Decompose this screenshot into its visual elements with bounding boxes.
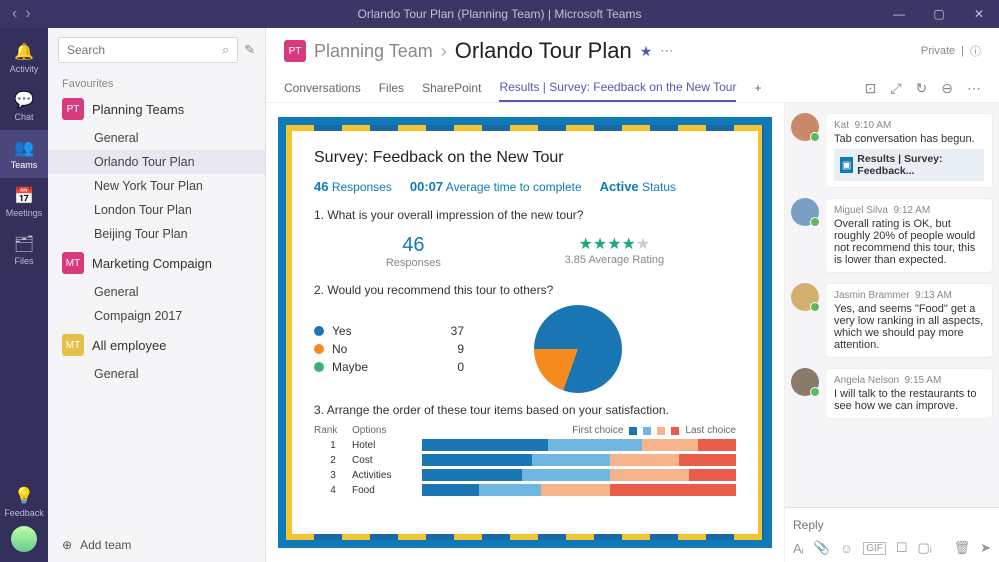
sticker-icon[interactable]: ☐ [896, 540, 908, 556]
reply-input[interactable] [793, 514, 991, 536]
search-icon: ⌕ [222, 42, 229, 58]
channel-item[interactable]: General [48, 280, 265, 304]
link-icon: ▣ [840, 157, 853, 173]
survey-pane: Survey: Feedback on the New Tour 46 Resp… [266, 103, 784, 562]
legend-dot [314, 344, 324, 354]
rail-item-teams[interactable]: 👥Teams [0, 130, 48, 178]
add-team-icon: ⊕ [62, 538, 72, 552]
privacy-label: Private [921, 45, 955, 57]
rail-item-activity[interactable]: 🔔Activity [0, 34, 48, 82]
rail-item-chat[interactable]: 💬Chat [0, 82, 48, 130]
pie-legend: Yes37No9Maybe0 [314, 322, 494, 376]
nav-back-icon[interactable]: ‹ [12, 5, 17, 23]
lightbulb-icon: 💡 [0, 486, 48, 506]
main: PT Planning Team › Orlando Tour Plan ★ ⋯… [266, 28, 999, 562]
more-icon[interactable]: ⋯ [967, 80, 981, 97]
sidebar-section-label: Favourites [48, 72, 265, 92]
channel-item[interactable]: London Tour Plan [48, 198, 265, 222]
chat-icon[interactable]: ⊡ [865, 80, 877, 97]
breadcrumb-channel: Orlando Tour Plan [455, 38, 632, 64]
files-icon: 🗂 [0, 234, 48, 254]
emoji-icon[interactable]: ☺ [840, 541, 853, 556]
rail-item-meetings[interactable]: 📅Meetings [0, 178, 48, 226]
sidebar: ⌕ ✎ Favourites PTPlanning TeamsGeneralOr… [48, 28, 266, 562]
refresh-icon[interactable]: ↻ [916, 80, 928, 97]
maximize-icon[interactable]: ▢ [919, 7, 959, 21]
team-avatar-square: PT [62, 98, 84, 120]
compose-icon[interactable]: ✎ [244, 42, 255, 58]
q1-response-count: 46 [386, 234, 441, 257]
send-icon[interactable]: ➤ [980, 540, 991, 556]
add-team-button[interactable]: ⊕ Add team [48, 528, 265, 562]
tab-0[interactable]: Conversations [284, 75, 361, 101]
chat-message: Jasmin Brammer 9:13 AMYes, and seems "Fo… [791, 283, 993, 358]
window-title: Orlando Tour Plan (Planning Team) | Micr… [358, 7, 642, 21]
avatar[interactable] [791, 113, 819, 141]
tab-2[interactable]: SharePoint [422, 75, 481, 101]
avatar[interactable] [791, 368, 819, 396]
reply-box[interactable]: Aᵢ 📎 ☺ GIF ☐ ▢ᵢ 🗑 ➤ [785, 507, 999, 562]
expand-icon[interactable]: ⤢ [890, 80, 901, 97]
legend-dot [314, 362, 324, 372]
channel-item[interactable]: General [48, 362, 265, 386]
activity-icon: 🔔 [0, 42, 48, 62]
chat-message: Kat 9:10 AMTab conversation has begun.▣R… [791, 113, 993, 188]
pie-chart [534, 305, 622, 393]
app-rail: 🔔Activity💬Chat👥Teams📅Meetings🗂Files 💡Feed… [0, 28, 48, 562]
meet-icon[interactable]: ▢ᵢ [918, 540, 932, 556]
team-item[interactable]: PTPlanning Teams [48, 92, 265, 126]
delete-icon[interactable]: 🗑 [954, 540, 971, 556]
chat-icon: 💬 [0, 90, 48, 110]
add-tab-icon[interactable]: + [754, 75, 761, 101]
favorite-star-icon[interactable]: ★ [640, 43, 653, 60]
minimize-icon[interactable]: — [879, 7, 919, 21]
channel-item[interactable]: General [48, 126, 265, 150]
attach-icon[interactable]: 📎 [814, 540, 830, 556]
breadcrumb-team[interactable]: Planning Team [314, 41, 433, 62]
nav-forward-icon[interactable]: › [25, 5, 30, 23]
rail-item-files[interactable]: 🗂Files [0, 226, 48, 274]
team-item[interactable]: MTMarketing Compaign [48, 246, 265, 280]
rating-stars: ★★★★★ [565, 234, 665, 254]
channel-item[interactable]: New York Tour Plan [48, 174, 265, 198]
message-link[interactable]: ▣Results | Survey: Feedback... [834, 149, 984, 181]
close-icon[interactable]: ✕ [959, 7, 999, 21]
channel-header: PT Planning Team › Orlando Tour Plan ★ ⋯… [266, 28, 999, 103]
titlebar: ‹ › Orlando Tour Plan (Planning Team) | … [0, 0, 999, 28]
avatar[interactable] [791, 283, 819, 311]
search-input[interactable]: ⌕ [58, 37, 238, 63]
tab-1[interactable]: Files [379, 75, 404, 101]
chat-message: Miguel Silva 9:12 AMOverall rating is OK… [791, 198, 993, 273]
gif-icon[interactable]: GIF [863, 542, 886, 555]
meetings-icon: 📅 [0, 186, 48, 206]
rail-feedback[interactable]: 💡Feedback [0, 478, 48, 526]
format-icon[interactable]: Aᵢ [793, 541, 804, 556]
avatar[interactable] [791, 198, 819, 226]
info-icon[interactable]: ⓘ [970, 43, 981, 59]
more-icon[interactable]: ⋯ [660, 43, 673, 59]
survey-title: Survey: Feedback on the New Tour [314, 149, 736, 167]
chevron-right-icon: › [441, 41, 447, 62]
user-avatar[interactable] [11, 526, 37, 552]
chat-pane: Kat 9:10 AMTab conversation has begun.▣R… [784, 103, 999, 562]
team-avatar-square: MT [62, 252, 84, 274]
legend-dot [314, 326, 324, 336]
chat-message: Angela Nelson 9:15 AMI will talk to the … [791, 368, 993, 419]
team-avatar: PT [284, 40, 306, 62]
team-avatar-square: MT [62, 334, 84, 356]
ranking-chart: RankOptionsFirst choiceLast choice1Hotel… [314, 425, 736, 496]
channel-item[interactable]: Beijing Tour Plan [48, 222, 265, 246]
team-item[interactable]: MTAll employee [48, 328, 265, 362]
remove-icon[interactable]: ⊖ [941, 80, 953, 97]
teams-icon: 👥 [0, 138, 48, 158]
channel-item[interactable]: Orlando Tour Plan [48, 150, 265, 174]
tab-3[interactable]: Results | Survey: Feedback on the New To… [499, 74, 736, 102]
channel-item[interactable]: Compaign 2017 [48, 304, 265, 328]
